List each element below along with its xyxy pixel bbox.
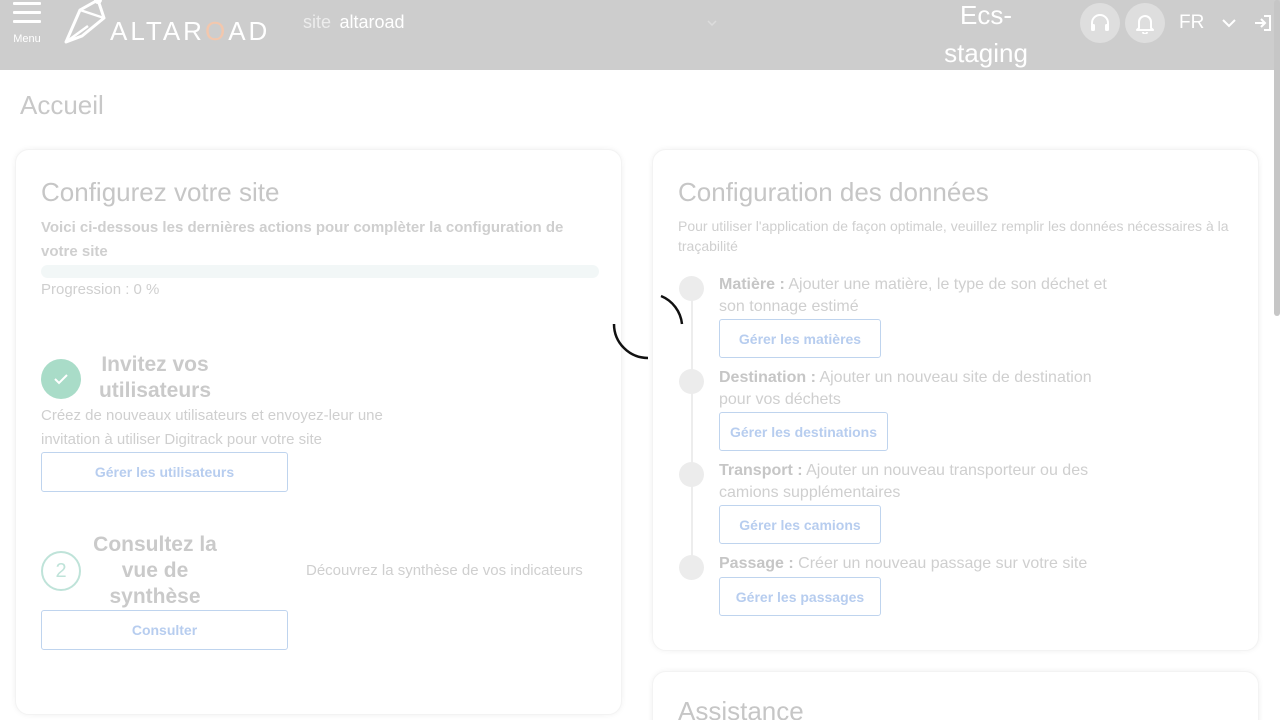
chevron-down-icon[interactable] <box>1222 18 1236 28</box>
manage-users-button[interactable]: Gérer les utilisateurs <box>41 452 288 492</box>
timeline-dot <box>679 462 704 487</box>
setup-card-title: Configurez votre site <box>41 177 280 207</box>
step2-description: Découvrez la synthèse de vos indicateurs <box>306 562 583 579</box>
headset-icon <box>1091 14 1109 31</box>
page-scrollbar[interactable] <box>1274 0 1280 316</box>
menu-label: Menu <box>13 33 41 45</box>
step1-title: Invitez vos utilisateurs <box>98 353 212 402</box>
altaroad-logo[interactable]: ALTAROAD <box>60 0 282 50</box>
menu-button[interactable]: Menu <box>8 2 46 46</box>
site-selector[interactable]: site altaroad <box>303 12 723 36</box>
manage-materials-button[interactable]: Gérer les matières <box>719 319 881 358</box>
data-config-title: Configuration des données <box>678 177 989 207</box>
manage-trucks-button[interactable]: Gérer les camions <box>719 505 881 544</box>
site-value: altaroad <box>339 12 405 32</box>
progress-label: Progression : 0 % <box>41 281 160 298</box>
logo-mark-icon <box>64 0 106 44</box>
data-config-card: Configuration des données Pour utiliser … <box>652 149 1259 651</box>
logout-icon[interactable] <box>1254 14 1272 32</box>
assistance-title: Assistance <box>678 696 804 720</box>
chevron-down-icon <box>707 20 717 27</box>
progress-bar <box>41 265 599 278</box>
step-complete-icon <box>41 359 81 399</box>
assistance-card: Assistance <box>652 671 1259 720</box>
setup-card: Configurez votre site Voici ci-dessous l… <box>15 149 622 715</box>
top-bar: Menu ALTAROAD site altaroad Ecs- staging <box>0 0 1280 70</box>
consult-button[interactable]: Consulter <box>41 610 288 650</box>
notifications-button[interactable] <box>1125 3 1165 43</box>
step-number-badge: 2 <box>41 551 81 591</box>
check-icon <box>54 374 68 385</box>
timeline-dot <box>679 555 704 580</box>
data-config-intro: Pour utiliser l'application de façon opt… <box>678 218 1229 254</box>
hamburger-icon <box>13 2 41 29</box>
manage-passages-button[interactable]: Gérer les passages <box>719 577 881 616</box>
timeline-line <box>691 288 693 568</box>
bell-icon <box>1136 15 1154 34</box>
manage-destinations-button[interactable]: Gérer les destinations <box>719 412 888 451</box>
page-title: Accueil <box>20 90 104 120</box>
site-prefix: site <box>303 12 332 32</box>
timeline-item-matiere: Matière : Ajouter une matière, le type d… <box>719 276 1107 315</box>
language-selector[interactable]: FR <box>1179 12 1204 34</box>
timeline-item-destination: Destination : Ajouter un nouveau site de… <box>719 369 1092 408</box>
support-button[interactable] <box>1080 3 1120 43</box>
logo-text: ALTAROAD <box>110 16 271 46</box>
timeline-dot <box>679 369 704 394</box>
spinner-icon <box>612 294 684 360</box>
step2-title: Consultez la vue de synthèse <box>93 533 217 608</box>
environment-label: Ecs- staging <box>944 0 1028 68</box>
setup-card-subtitle: Voici ci-dessous les dernières actions p… <box>41 219 564 260</box>
timeline-item-passage: Passage : Créer un nouveau passage sur v… <box>719 555 1088 572</box>
step1-description: Créez de nouveaux utilisateurs et envoye… <box>41 407 383 448</box>
timeline-item-transport: Transport : Ajouter un nouveau transport… <box>719 462 1089 501</box>
